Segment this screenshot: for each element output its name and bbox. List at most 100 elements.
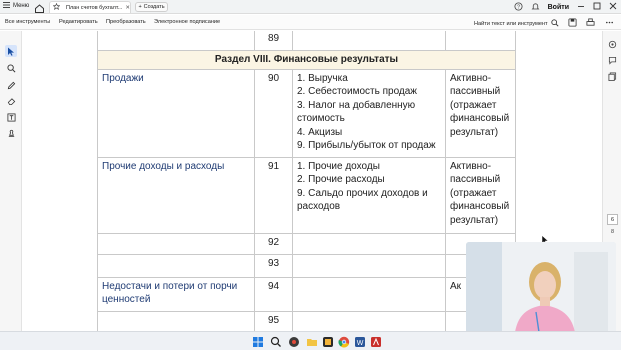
convert-menu[interactable]: Преобразовать	[106, 19, 146, 25]
all-tools-menu[interactable]: Все инструменты	[5, 19, 50, 25]
account-type-line: результат)	[450, 126, 499, 138]
account-type-cell: Активно- пассивный (отражает финансовый …	[445, 68, 516, 158]
title-bar: Меню План счетов бухгалт... ✕ + Создать …	[0, 0, 621, 14]
comment-icon[interactable]	[607, 55, 618, 66]
find-tool-label: Найти текст или инструмент	[474, 21, 548, 27]
edit-menu[interactable]: Редактировать	[59, 19, 98, 25]
taskbar: W	[0, 331, 621, 350]
account-name	[97, 232, 255, 255]
subaccount-item: 2. Прочие расходы	[297, 174, 385, 185]
webcam-overlay	[466, 242, 616, 339]
account-number: 91	[254, 156, 293, 234]
account-number: 92	[254, 232, 293, 255]
left-tools-rail	[0, 31, 22, 331]
account-type-line: Активно-	[450, 160, 492, 172]
hamburger-icon	[3, 2, 10, 10]
bell-icon[interactable]	[531, 2, 540, 13]
subaccounts-cell: 1. Прочие доходы 2. Прочие расходы 9. Са…	[292, 156, 446, 234]
search-taskbar-icon[interactable]	[270, 335, 282, 347]
plus-icon: +	[138, 4, 142, 10]
section-row: Раздел VIII. Финансовые результаты	[97, 50, 516, 70]
table-row: 92	[97, 232, 516, 255]
account-number: 94	[254, 276, 293, 312]
document-tab[interactable]: План счетов бухгалт... ✕	[49, 1, 131, 13]
close-window-icon[interactable]	[609, 2, 617, 12]
table-row: Продажи 90 1. Выручка 2. Себестоимость п…	[97, 68, 516, 158]
subaccount-item: 1. Прочие доходы	[297, 160, 380, 172]
help-icon[interactable]: ?	[514, 1, 523, 13]
account-name	[97, 310, 255, 331]
menu-button[interactable]: Меню	[3, 2, 29, 10]
svg-text:W: W	[357, 340, 364, 347]
page-total: 8	[610, 229, 615, 235]
account-type-line: (отражает	[450, 99, 497, 111]
account-type-line: финансовый	[450, 113, 510, 124]
subaccounts-cell	[292, 232, 446, 255]
new-tab-label: Создать	[143, 4, 165, 10]
account-number: 90	[254, 68, 293, 158]
subaccounts-cell: 1. Выручка 2. Себестоимость продаж 3. На…	[292, 68, 446, 158]
star-icon[interactable]	[52, 2, 61, 12]
windows-start-icon[interactable]	[252, 335, 264, 347]
account-name: Прочие доходы и расходы	[97, 156, 255, 234]
subaccounts-cell	[292, 31, 446, 51]
tab-title: План счетов бухгалт...	[66, 4, 123, 11]
toolbar: Все инструменты Редактировать Преобразов…	[0, 15, 621, 30]
select-tool-icon[interactable]	[5, 45, 17, 57]
zoom-tool-icon[interactable]	[5, 62, 17, 74]
mouse-cursor	[541, 232, 549, 245]
more-options-icon[interactable]	[604, 17, 615, 28]
table-row: 89	[97, 31, 516, 51]
account-name: Продажи	[97, 68, 255, 158]
account-type-line: результат)	[450, 214, 499, 226]
text-tool-icon[interactable]	[5, 111, 17, 123]
minimize-icon[interactable]	[577, 2, 585, 12]
e-sign-menu[interactable]: Электронное подписание	[154, 19, 220, 25]
subaccount-item: 3. Налог на добавленную стоимость	[297, 99, 416, 125]
find-tool-search[interactable]: Найти текст или инструмент	[474, 19, 559, 29]
account-type-cell: Активно- пассивный (отражает финансовый …	[445, 156, 516, 234]
save-icon[interactable]	[567, 17, 578, 28]
account-type-line: финансовый	[450, 201, 510, 212]
subaccount-item: 2. Себестоимость продаж	[297, 86, 417, 97]
presenter-video	[466, 242, 616, 339]
maximize-icon[interactable]	[593, 2, 601, 12]
account-type-line: (отражает	[450, 187, 497, 199]
home-icon[interactable]	[34, 1, 45, 13]
file-explorer-icon[interactable]	[306, 335, 318, 347]
media-app-icon[interactable]	[288, 335, 300, 347]
pen-tool-icon[interactable]	[5, 79, 17, 91]
table-row: Прочие доходы и расходы 91 1. Прочие дох…	[97, 156, 516, 234]
subaccounts-cell	[292, 310, 446, 331]
accounts-table: 89 Раздел VIII. Финансовые результаты Пр…	[97, 31, 516, 331]
acrobat-icon[interactable]	[370, 335, 382, 347]
account-type-line: Активно-	[450, 72, 492, 84]
table-row: 93	[97, 253, 516, 278]
table-row: Недостачи и потери от порчи ценностей 94…	[97, 276, 516, 312]
close-tab-icon[interactable]: ✕	[125, 5, 130, 11]
stamp-tool-icon[interactable]	[5, 127, 17, 139]
app-icon[interactable]	[322, 335, 334, 347]
page-number-input[interactable]: 6	[607, 214, 618, 225]
print-icon[interactable]	[585, 17, 596, 28]
new-tab-button[interactable]: + Создать	[135, 2, 168, 12]
chrome-icon[interactable]	[338, 335, 350, 348]
svg-text:?: ?	[517, 4, 520, 10]
subaccount-item: 4. Акцизы	[297, 126, 343, 138]
table-row: 95	[97, 310, 516, 331]
menu-label: Меню	[13, 3, 30, 9]
pages-icon[interactable]	[607, 71, 618, 82]
account-name	[97, 253, 255, 278]
login-button[interactable]: Войти	[548, 4, 569, 11]
ai-assistant-icon[interactable]	[607, 39, 618, 50]
subaccounts-cell	[292, 253, 446, 278]
account-type-line: пассивный	[450, 86, 501, 97]
account-number: 89	[254, 31, 293, 51]
eraser-tool-icon[interactable]	[5, 95, 17, 107]
account-number: 93	[254, 253, 293, 278]
subaccounts-cell	[292, 276, 446, 312]
account-name: Недостачи и потери от порчи ценностей	[97, 276, 255, 312]
subaccount-item: 9. Прибыль/убыток от продаж	[297, 140, 436, 151]
word-icon[interactable]: W	[354, 335, 366, 347]
account-number: 95	[254, 310, 293, 331]
